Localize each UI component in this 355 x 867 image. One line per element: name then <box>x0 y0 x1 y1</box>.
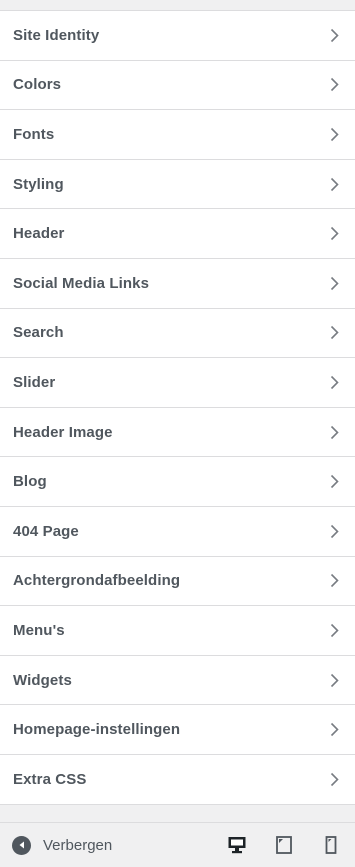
section-header[interactable]: Header <box>0 209 355 259</box>
section-label: Blog <box>13 473 47 491</box>
section-slider[interactable]: Slider <box>0 358 355 408</box>
section-styling[interactable]: Styling <box>0 159 355 210</box>
customizer-panel: Site Identity Colors Fonts Styling Heade… <box>0 0 355 867</box>
chevron-right-icon <box>327 573 341 589</box>
device-preview-switcher <box>202 833 343 857</box>
section-homepage-settings[interactable]: Homepage-instellingen <box>0 705 355 755</box>
section-label: Colors <box>13 76 62 94</box>
chevron-right-icon <box>327 176 341 192</box>
section-header-image[interactable]: Header Image <box>0 407 355 458</box>
chevron-right-icon <box>327 77 341 93</box>
section-background-image[interactable]: Achtergrondafbeelding <box>0 556 355 607</box>
customizer-section-list: Site Identity Colors Fonts Styling Heade… <box>0 11 355 805</box>
section-label: 404 Page <box>13 522 79 540</box>
section-menus[interactable]: Menu's <box>0 606 355 656</box>
section-label: Search <box>13 324 64 342</box>
panel-top-divider <box>0 0 355 11</box>
section-fonts[interactable]: Fonts <box>0 110 355 160</box>
chevron-right-icon <box>327 226 341 242</box>
chevron-right-icon <box>327 474 341 490</box>
section-colors[interactable]: Colors <box>0 60 355 111</box>
mobile-icon[interactable] <box>319 833 343 857</box>
chevron-right-icon <box>327 672 341 688</box>
chevron-right-icon <box>327 126 341 142</box>
tablet-icon[interactable] <box>272 833 296 857</box>
collapse-sidebar-button[interactable]: Verbergen <box>12 835 113 855</box>
section-blog[interactable]: Blog <box>0 457 355 507</box>
section-label: Header <box>13 225 65 243</box>
section-label: Extra CSS <box>13 770 87 788</box>
section-label: Site Identity <box>13 26 100 44</box>
chevron-right-icon <box>327 424 341 440</box>
section-label: Widgets <box>13 671 72 689</box>
section-extra-css[interactable]: Extra CSS <box>0 754 355 805</box>
section-site-identity[interactable]: Site Identity <box>0 11 355 61</box>
collapse-label: Verbergen <box>43 836 113 854</box>
chevron-right-icon <box>327 523 341 539</box>
customizer-footer: Verbergen <box>0 822 355 867</box>
section-404-page[interactable]: 404 Page <box>0 506 355 557</box>
chevron-right-icon <box>327 325 341 341</box>
chevron-right-icon <box>327 275 341 291</box>
section-label: Achtergrondafbeelding <box>13 572 181 590</box>
arrow-left-circle-icon <box>12 835 31 855</box>
chevron-right-icon <box>327 771 341 787</box>
section-label: Homepage-instellingen <box>13 721 181 739</box>
section-label: Header Image <box>13 423 113 441</box>
section-label: Menu's <box>13 621 65 639</box>
section-widgets[interactable]: Widgets <box>0 655 355 706</box>
section-search[interactable]: Search <box>0 308 355 359</box>
section-label: Fonts <box>13 125 55 143</box>
section-label: Social Media Links <box>13 274 150 292</box>
chevron-right-icon <box>327 374 341 390</box>
chevron-right-icon <box>327 622 341 638</box>
section-label: Slider <box>13 373 56 391</box>
chevron-right-icon <box>327 27 341 43</box>
desktop-icon[interactable] <box>225 833 249 857</box>
section-social-media-links[interactable]: Social Media Links <box>0 258 355 309</box>
chevron-right-icon <box>327 722 341 738</box>
section-label: Styling <box>13 175 64 193</box>
